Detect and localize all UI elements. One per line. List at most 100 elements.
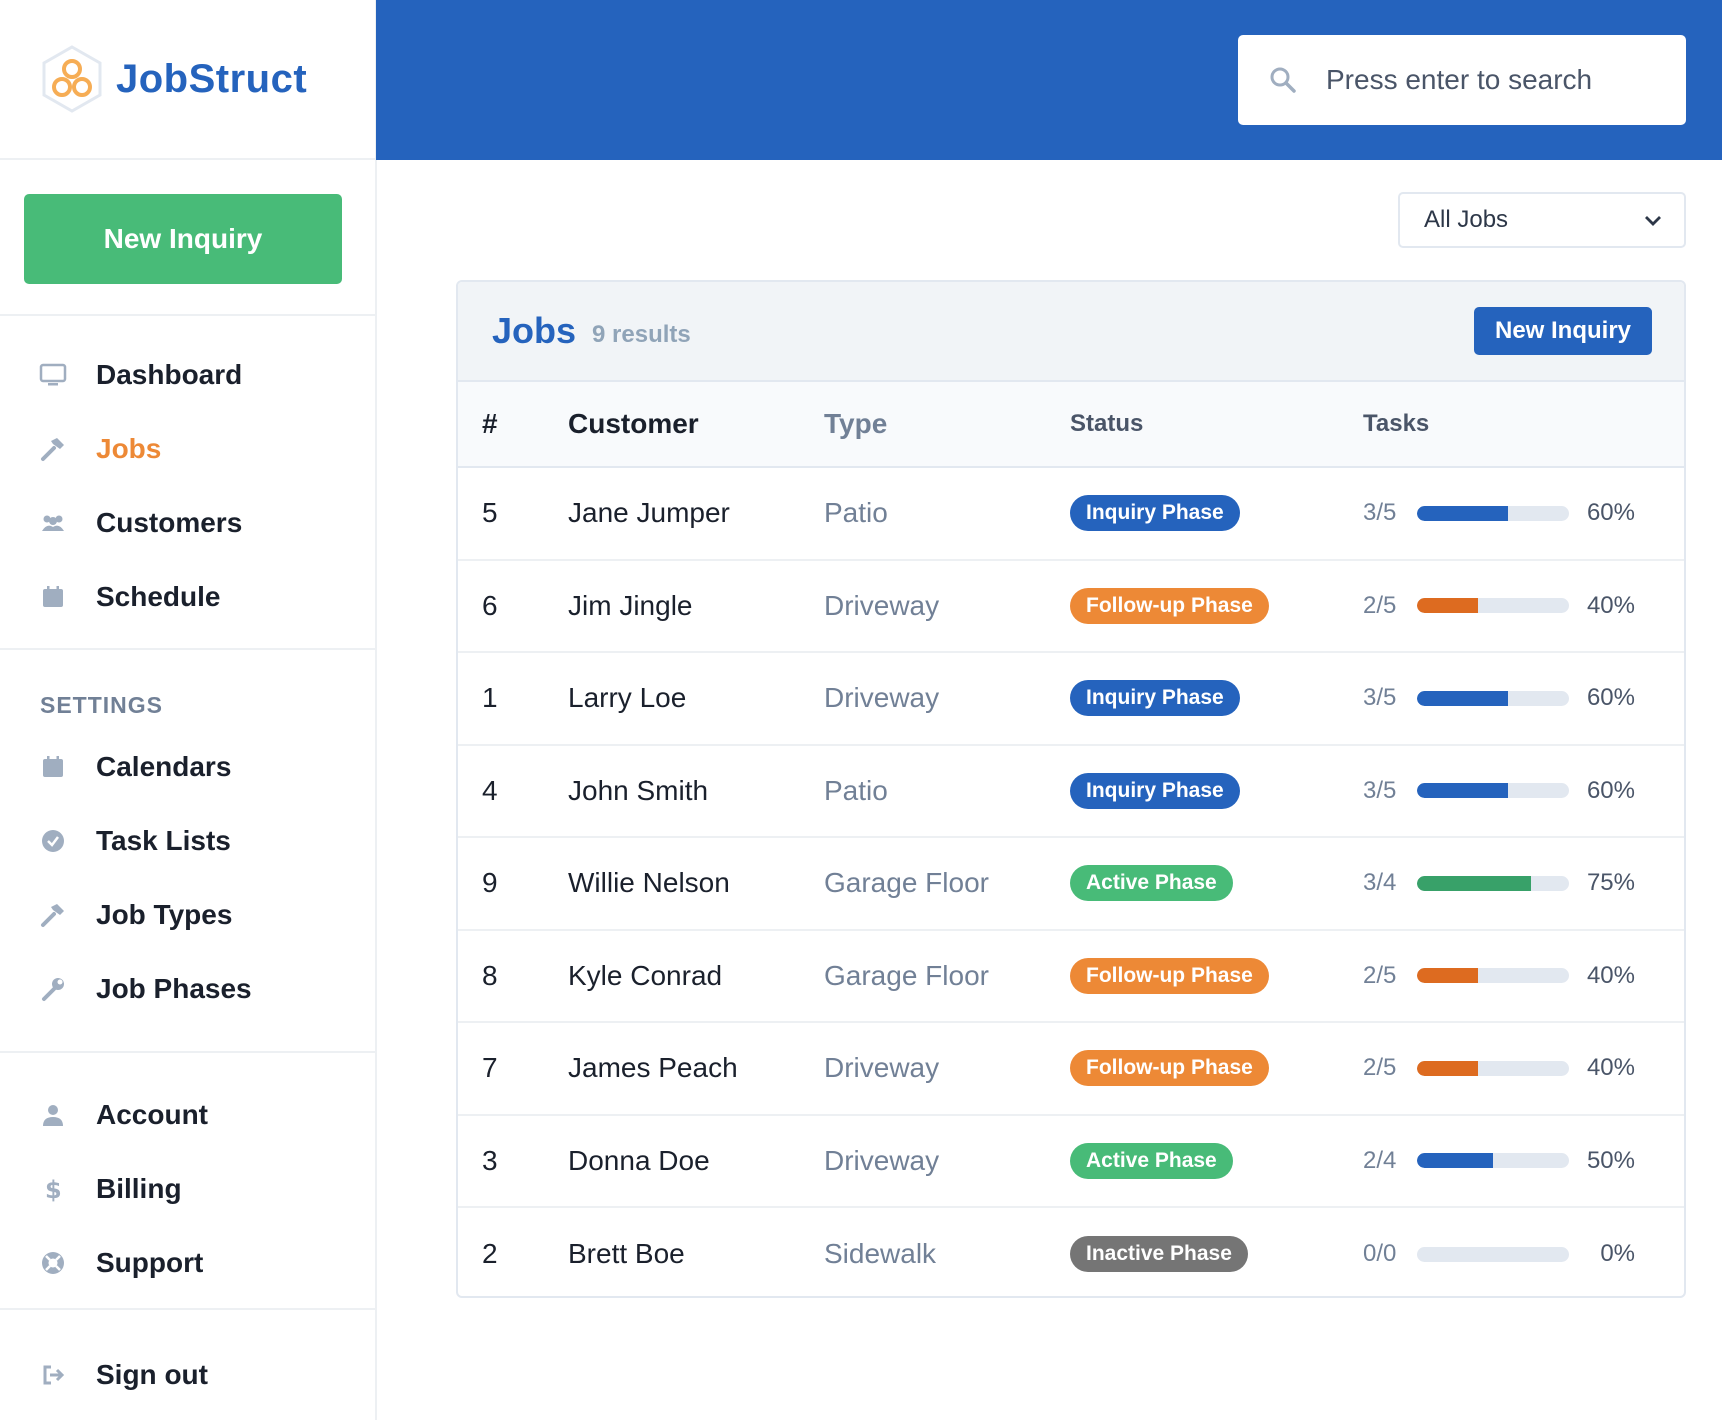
jobs-filter-select[interactable]: All Jobs [1398, 192, 1686, 248]
job-customer[interactable]: Brett Boe [568, 1238, 824, 1270]
status-badge: Follow-up Phase [1070, 587, 1269, 624]
job-customer[interactable]: James Peach [568, 1052, 824, 1084]
job-status-cell: Active Phase [1070, 1142, 1363, 1179]
table-row[interactable]: 2 Brett Boe Sidewalk Inactive Phase 0/0 0% [458, 1208, 1684, 1296]
tasks-progress-fill [1417, 505, 1509, 521]
job-number: 6 [482, 589, 498, 621]
jobs-card-header: Jobs 9 results New Inquiry [458, 282, 1684, 382]
sidebar-item-sign-out[interactable]: Sign out [0, 1338, 375, 1412]
sidebar-item-schedule[interactable]: Schedule [0, 560, 375, 634]
job-tasks-cell: 3/4 75% [1363, 869, 1684, 897]
sidebar-item-task-lists[interactable]: Task Lists [0, 804, 375, 878]
column-header-status[interactable]: Status [1070, 410, 1363, 438]
job-status-cell: Follow-up Phase [1070, 1050, 1363, 1087]
job-status-cell: Inquiry Phase [1070, 772, 1363, 809]
sidebar-item-label: Schedule [96, 581, 221, 612]
search-icon [1270, 67, 1296, 93]
job-customer[interactable]: Jane Jumper [568, 497, 824, 529]
job-customer[interactable]: Kyle Conrad [568, 960, 824, 992]
job-tasks-cell: 2/5 40% [1363, 1054, 1684, 1082]
sidebar-item-jobs[interactable]: Jobs [0, 412, 375, 486]
job-status-cell: Inquiry Phase [1070, 495, 1363, 532]
sidebar-item-label: Task Lists [96, 825, 231, 856]
wrench-icon [38, 974, 68, 1004]
sidebar-item-dashboard[interactable]: Dashboard [0, 338, 375, 412]
brand[interactable]: JobStruct [0, 0, 375, 160]
tasks-fraction: 3/5 [1363, 776, 1397, 804]
check-circle-icon [38, 826, 68, 856]
sidebar-item-calendars[interactable]: Calendars [0, 730, 375, 804]
calendar-icon [38, 582, 68, 612]
sidebar-item-billing[interactable]: $ Billing [0, 1152, 375, 1226]
column-header-number[interactable]: # [458, 408, 568, 440]
job-type: Sidewalk [824, 1238, 937, 1270]
sidebar-item-customers[interactable]: Customers [0, 486, 375, 560]
sidebar-item-support[interactable]: Support [0, 1226, 375, 1300]
job-type: Driveway [824, 1052, 940, 1084]
job-tasks-cell: 3/5 60% [1363, 777, 1684, 805]
sidebar-item-label: Billing [96, 1173, 182, 1204]
job-type: Patio [824, 497, 888, 529]
jobs-title: Jobs [492, 310, 577, 351]
tasks-fraction: 2/5 [1363, 1054, 1397, 1082]
jobs-table-body: 5 Jane Jumper Patio Inquiry Phase 3/5 60% 6 Jim… [458, 468, 1684, 1296]
tasks-fraction: 3/4 [1363, 869, 1397, 897]
job-status-cell: Inactive Phase [1070, 1236, 1363, 1273]
job-status-cell: Inquiry Phase [1070, 680, 1363, 717]
table-row[interactable]: 8 Kyle Conrad Garage Floor Follow-up Phase 2… [458, 931, 1684, 1023]
job-customer[interactable]: Donna Doe [568, 1145, 824, 1177]
jobs-result-count: 9 results [592, 321, 691, 348]
filter-selected-value: All Jobs [1424, 206, 1509, 233]
status-badge: Inquiry Phase [1070, 772, 1240, 809]
job-status-cell: Follow-up Phase [1070, 587, 1363, 624]
job-number: 3 [482, 1144, 498, 1176]
job-tasks-cell: 2/5 40% [1363, 962, 1684, 990]
sidebar-item-label: Jobs [96, 433, 162, 464]
sidebar-item-label: Calendars [96, 751, 232, 782]
table-row[interactable]: 6 Jim Jingle Driveway Follow-up Phase 2/5 40% [458, 561, 1684, 653]
sign-out-icon [38, 1360, 68, 1390]
tasks-percent: 60% [1586, 499, 1635, 527]
job-customer[interactable]: Willie Nelson [568, 867, 824, 899]
column-header-type[interactable]: Type [824, 408, 1070, 440]
tasks-progress-bar [1417, 598, 1569, 614]
sidebar-item-label: Customers [96, 507, 243, 538]
sidebar-item-label: Account [96, 1099, 208, 1130]
svg-text:$: $ [45, 1176, 62, 1203]
table-row[interactable]: 4 John Smith Patio Inquiry Phase 3/5 60% [458, 746, 1684, 838]
tasks-progress-bar [1417, 875, 1569, 891]
sidebar-item-account[interactable]: Account [0, 1078, 375, 1152]
tasks-percent: 50% [1586, 1146, 1635, 1174]
table-row[interactable]: 3 Donna Doe Driveway Active Phase 2/4 50% [458, 1116, 1684, 1208]
job-customer[interactable]: Larry Loe [568, 682, 824, 714]
jobs-table-header: # Customer Type Status Tasks [458, 382, 1684, 468]
job-number: 4 [482, 774, 498, 806]
table-row[interactable]: 7 James Peach Driveway Follow-up Phase 2/5 40… [458, 1023, 1684, 1116]
search-input[interactable] [1324, 63, 1648, 97]
tasks-progress-bar [1417, 783, 1569, 799]
job-customer[interactable]: Jim Jingle [568, 590, 824, 622]
status-badge: Follow-up Phase [1070, 957, 1269, 994]
table-row[interactable]: 1 Larry Loe Driveway Inquiry Phase 3/5 60% [458, 653, 1684, 746]
sidebar-item-job-types[interactable]: Job Types [0, 878, 375, 952]
column-header-tasks[interactable]: Tasks [1363, 410, 1429, 438]
status-badge: Inactive Phase [1070, 1236, 1248, 1273]
sidebar-new-inquiry-button[interactable]: New Inquiry [24, 194, 342, 284]
jobs-card: Jobs 9 results New Inquiry # Customer Ty… [456, 280, 1686, 1298]
job-number: 5 [482, 497, 498, 529]
job-type: Driveway [824, 1144, 940, 1176]
search-box[interactable] [1238, 35, 1686, 125]
jobs-new-inquiry-button[interactable]: New Inquiry [1474, 307, 1652, 355]
sidebar-item-job-phases[interactable]: Job Phases [0, 952, 375, 1026]
table-row[interactable]: 5 Jane Jumper Patio Inquiry Phase 3/5 60% [458, 468, 1684, 561]
tasks-fraction: 3/5 [1363, 684, 1397, 712]
table-row[interactable]: 9 Willie Nelson Garage Floor Active Phase 3/… [458, 838, 1684, 931]
job-type: Garage Floor [824, 959, 989, 991]
hammer-icon [38, 434, 68, 464]
status-badge: Inquiry Phase [1070, 680, 1240, 717]
job-customer[interactable]: John Smith [568, 775, 824, 807]
column-header-customer[interactable]: Customer [568, 408, 824, 440]
job-tasks-cell: 3/5 60% [1363, 499, 1684, 527]
sidebar-item-label: Job Phases [96, 973, 252, 1004]
job-number: 2 [482, 1238, 498, 1270]
